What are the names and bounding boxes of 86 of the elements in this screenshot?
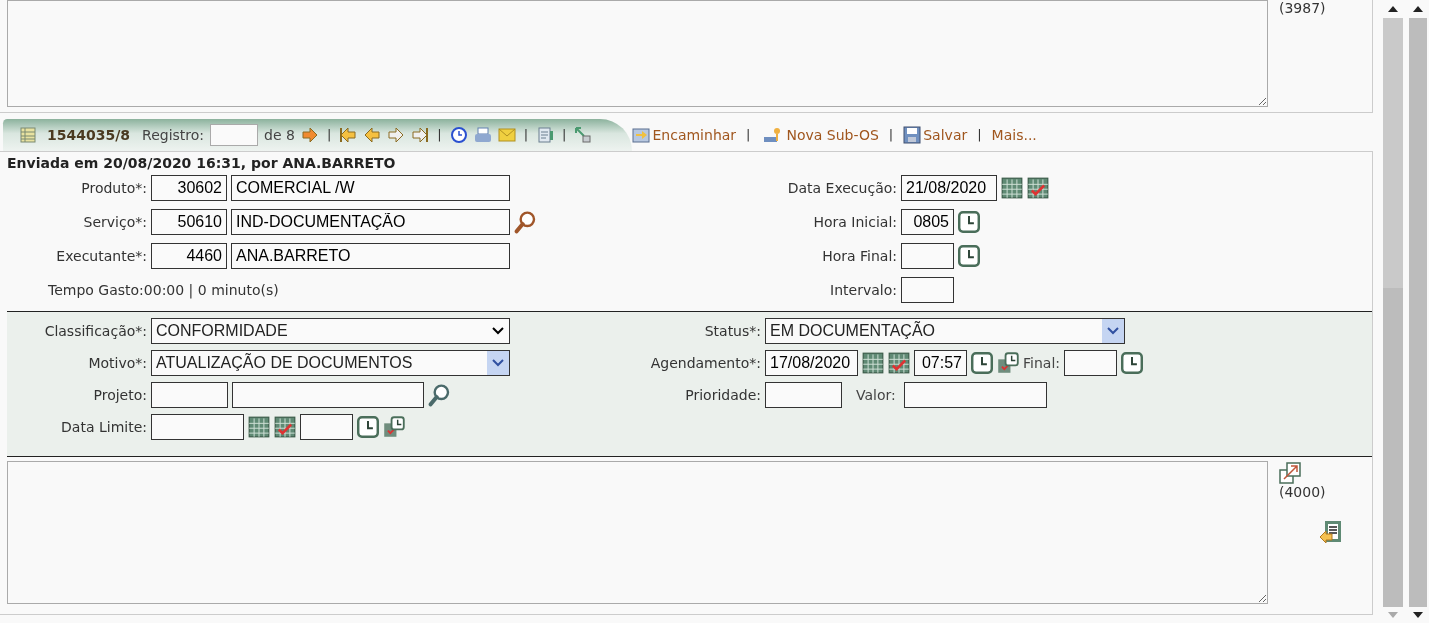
arrow-left-icon[interactable] bbox=[363, 125, 382, 144]
input-field[interactable] bbox=[901, 277, 954, 303]
toolbar-link[interactable]: Encaminhar bbox=[632, 125, 737, 144]
clock-icon[interactable] bbox=[449, 125, 468, 144]
field-label: Hora Final: bbox=[821, 248, 897, 264]
separator: | bbox=[888, 127, 894, 142]
character-counter: (4000) bbox=[1279, 484, 1326, 500]
field-label: Valor: bbox=[856, 387, 896, 403]
separator: | bbox=[523, 127, 529, 142]
separator: | bbox=[326, 127, 332, 142]
document-hand-icon[interactable] bbox=[1319, 520, 1343, 544]
field-label: Hora Inicial: bbox=[812, 214, 897, 230]
separator: | bbox=[562, 127, 567, 142]
field-label: Projeto: bbox=[92, 387, 147, 403]
field-label: Final: bbox=[1023, 355, 1060, 371]
sent-info: Enviada em 20/08/2020 16:31, por ANA.BARRETO bbox=[6, 154, 397, 171]
record-label: Registro: bbox=[142, 126, 205, 143]
calendar-clock-icon[interactable] bbox=[383, 416, 405, 438]
name-field[interactable]: ANA.BARRETO bbox=[231, 243, 510, 269]
forward-icon bbox=[632, 125, 651, 144]
record-id: 1544035/8 bbox=[47, 126, 131, 143]
calendar-clock-icon[interactable] bbox=[997, 352, 1019, 374]
search-icon[interactable] bbox=[428, 383, 452, 407]
toolbar-link[interactable]: Mais... bbox=[991, 126, 1037, 143]
clock-icon[interactable] bbox=[958, 245, 980, 267]
last-icon[interactable] bbox=[411, 125, 430, 144]
toolbar-link[interactable]: Nova Sub-OS bbox=[760, 125, 879, 144]
search-icon[interactable] bbox=[514, 210, 538, 234]
field-label: Serviço*: bbox=[82, 214, 147, 230]
field-label: Produto*: bbox=[80, 180, 147, 196]
field-label: Status*: bbox=[703, 323, 761, 339]
time-field[interactable]: 0805 bbox=[901, 209, 954, 235]
date-field[interactable] bbox=[151, 414, 244, 440]
calendar-check-icon[interactable] bbox=[888, 352, 910, 374]
select-field[interactable]: ATUALIZAÇÃO DE DOCUMENTOS bbox=[151, 350, 510, 376]
character-counter: (3987) bbox=[1279, 0, 1326, 16]
field-label: Executante*: bbox=[55, 248, 147, 264]
input-field[interactable] bbox=[903, 382, 1047, 408]
record-input[interactable] bbox=[210, 123, 259, 146]
arrow-window-icon[interactable] bbox=[574, 125, 593, 144]
code-field[interactable]: 30602 bbox=[151, 175, 227, 201]
field-label: Prioridade: bbox=[684, 387, 761, 403]
field-label: Motivo*: bbox=[87, 355, 147, 371]
calendar-icon[interactable] bbox=[862, 352, 884, 374]
separator: | bbox=[977, 127, 982, 142]
document-icon[interactable] bbox=[536, 125, 555, 144]
field-label: Classificação*: bbox=[43, 323, 147, 339]
separator: | bbox=[746, 127, 751, 142]
time-spent: Tempo Gasto:00:00 | 0 minuto(s) bbox=[47, 282, 279, 298]
date-field[interactable]: 21/08/2020 bbox=[901, 175, 997, 201]
time-field[interactable] bbox=[901, 243, 954, 269]
field-label: Data Execução: bbox=[786, 180, 897, 196]
separator: | bbox=[437, 127, 442, 142]
calendar-icon[interactable] bbox=[1001, 177, 1023, 199]
calendar-check-icon[interactable] bbox=[274, 416, 296, 438]
time-field[interactable] bbox=[1064, 350, 1117, 376]
clock-icon[interactable] bbox=[357, 416, 379, 438]
clock-icon[interactable] bbox=[1121, 352, 1143, 374]
name-field[interactable]: IND-DOCUMENTAÇÃO bbox=[231, 209, 510, 235]
field-label: Data Limite: bbox=[60, 419, 147, 435]
select-field[interactable]: CONFORMIDADE bbox=[151, 318, 510, 344]
input-field[interactable] bbox=[765, 382, 842, 408]
name-field[interactable]: COMERCIAL /W bbox=[231, 175, 510, 201]
code-field[interactable]: 50610 bbox=[151, 209, 227, 235]
field-label: Intervalo: bbox=[829, 282, 897, 298]
date-field[interactable]: 17/08/2020 bbox=[765, 350, 858, 376]
first-icon[interactable] bbox=[339, 125, 358, 144]
name-field[interactable] bbox=[232, 382, 424, 408]
toolbar-link[interactable]: Salvar bbox=[903, 125, 968, 144]
select-field[interactable]: EM DOCUMENTAÇÃO bbox=[765, 318, 1125, 344]
field-label: Agendamento*: bbox=[649, 355, 761, 371]
code-field[interactable]: 4460 bbox=[151, 243, 227, 269]
code-field[interactable] bbox=[151, 382, 228, 408]
scrollbar-thumb[interactable] bbox=[1383, 288, 1403, 607]
clock-icon[interactable] bbox=[958, 211, 980, 233]
calendar-check-icon[interactable] bbox=[1027, 177, 1049, 199]
expand-icon[interactable] bbox=[1279, 462, 1301, 484]
clock-icon[interactable] bbox=[971, 352, 993, 374]
calendar-icon[interactable] bbox=[248, 416, 270, 438]
time-field[interactable]: 07:57 bbox=[914, 350, 967, 376]
time-field[interactable] bbox=[300, 414, 353, 440]
arrow-right-icon[interactable] bbox=[387, 125, 406, 144]
arrow-right-icon[interactable] bbox=[300, 125, 319, 144]
record-total: de 8 bbox=[264, 126, 295, 143]
table-icon bbox=[19, 125, 37, 144]
scrollbar-thumb[interactable] bbox=[1409, 18, 1427, 607]
